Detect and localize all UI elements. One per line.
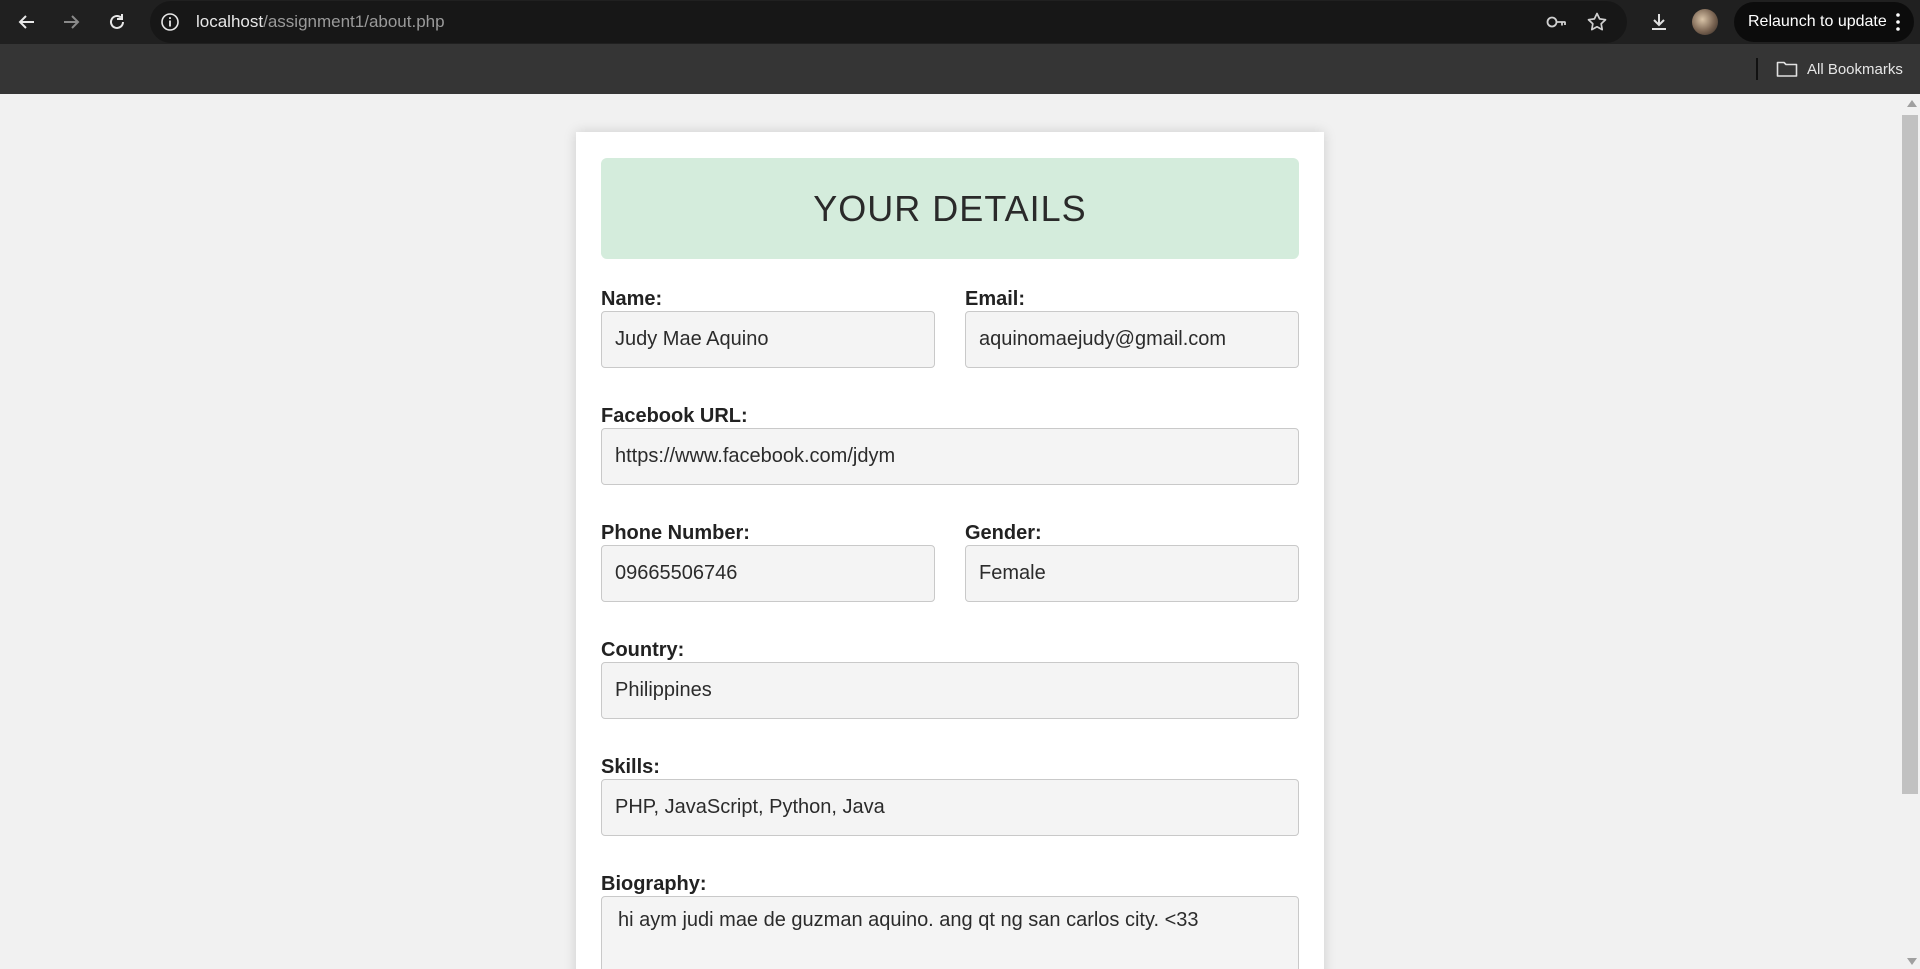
relaunch-button[interactable]: Relaunch to update [1734,2,1914,42]
all-bookmarks-button[interactable]: All Bookmarks [1776,58,1903,80]
scroll-down-arrow-icon[interactable] [1907,958,1917,965]
back-button[interactable] [12,7,42,37]
reload-icon [110,14,124,29]
country-value: Philippines [601,662,1299,719]
relaunch-label: Relaunch to update [1748,13,1887,30]
facebook-label: Facebook URL: [601,405,748,427]
name-value: Judy Mae Aquino [601,311,935,368]
bookmarks-bar [0,44,1920,94]
name-label: Name: [601,288,663,310]
back-icon [18,15,34,29]
more-menu-icon [1896,13,1900,31]
reload-button[interactable] [102,7,132,37]
bookmarks-separator [1756,58,1758,80]
url-host: localhost [196,12,264,31]
biography-label: Biography: [601,873,707,895]
biography-value: hi aym judi mae de guzman aquino. ang qt… [601,896,1299,969]
country-label: Country: [601,639,685,661]
page-title: YOUR DETAILS [601,158,1299,259]
skills-value: PHP, JavaScript, Python, Java [601,779,1299,836]
password-key-icon[interactable] [1545,11,1567,33]
url-path: /assignment1/about.php [263,12,445,31]
facebook-value: https://www.facebook.com/jdym [601,428,1299,485]
scroll-up-arrow-icon[interactable] [1907,100,1917,107]
gender-label: Gender: [965,522,1042,544]
skills-label: Skills: [601,756,660,778]
scrollbar-thumb[interactable] [1902,115,1918,794]
folder-icon [1776,61,1798,77]
details-card: YOUR DETAILS Name: Judy Mae Aquino Email… [576,132,1324,969]
forward-icon [64,15,80,29]
phone-value: 09665506746 [601,545,935,602]
bookmark-star-icon[interactable] [1586,11,1608,33]
email-label: Email: [965,288,1026,310]
download-icon[interactable] [1648,11,1670,33]
all-bookmarks-label: All Bookmarks [1807,60,1903,78]
gender-value: Female [965,545,1299,602]
phone-label: Phone Number: [601,522,750,544]
url-text[interactable]: localhost/assignment1/about.php [196,12,445,32]
profile-avatar[interactable] [1692,9,1718,35]
site-info-icon[interactable] [160,12,180,32]
email-value: aquinomaejudy@gmail.com [965,311,1299,368]
forward-button[interactable] [56,7,86,37]
